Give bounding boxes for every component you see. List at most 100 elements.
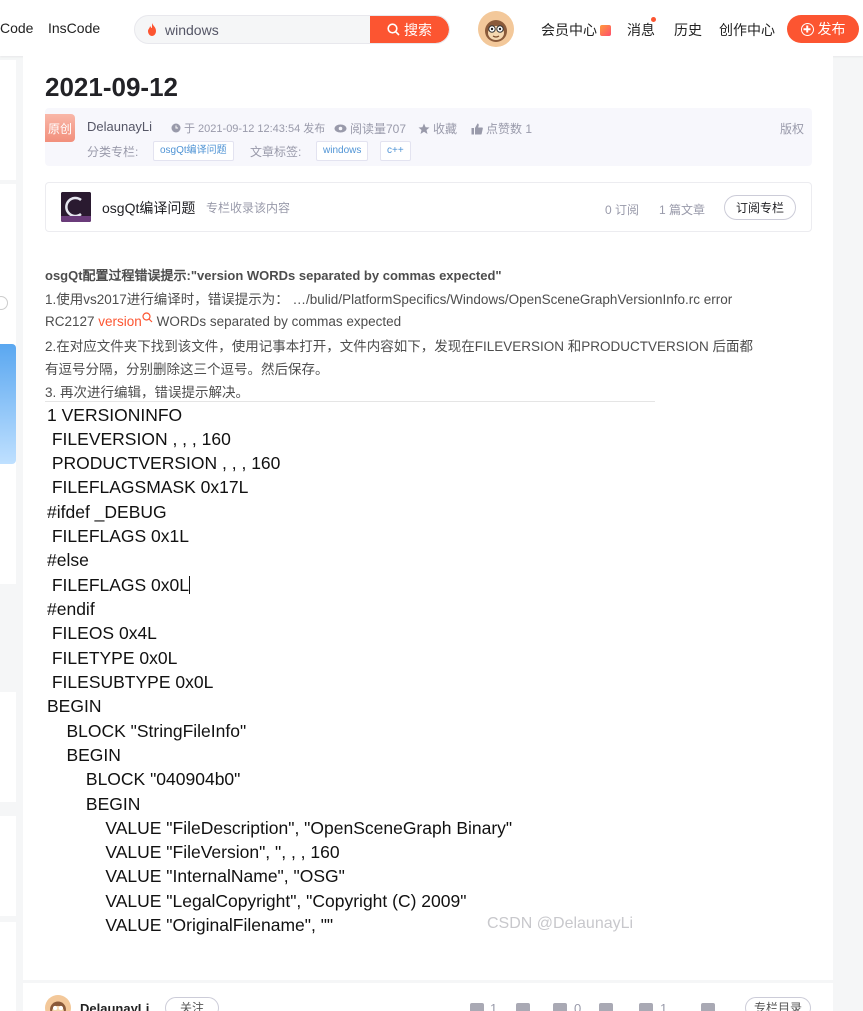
messages-link[interactable]: 消息 — [627, 20, 655, 40]
code-line: FILEOS 0x4L — [47, 623, 157, 643]
code-line: 1 VERSIONINFO — [47, 405, 183, 425]
eye-icon — [334, 124, 347, 133]
sidebar-card — [0, 816, 16, 916]
search-box: 搜索 — [134, 15, 450, 44]
code-line: PRODUCTVERSION , , , 160 — [47, 453, 281, 473]
code-line: BEGIN — [47, 745, 121, 765]
code-line: BEGIN — [47, 696, 102, 716]
code-line: FILEFLAGS 0x0L — [47, 575, 190, 595]
code-line: VALUE "FileVersion", ", , , 160 — [47, 842, 340, 862]
code-line-with-caret[interactable]: FILEFLAGS 0x0L — [47, 575, 191, 596]
search-input[interactable] — [135, 16, 371, 43]
c-logo-icon — [61, 192, 91, 222]
publish-time: 于 2021-09-12 12:43:54 发布 — [171, 120, 325, 136]
bottom-toolbar: DelaunayLi 关注 1 0 1 专栏目录 — [23, 983, 833, 1011]
content-line-1: 1.使用vs2017进行编译时，错误提示为： …/bulid/PlatformS… — [45, 292, 733, 307]
star-icon — [418, 123, 430, 134]
sidebar-card — [0, 692, 16, 802]
favorite-label: 收藏 — [433, 122, 458, 136]
code-line: #endif — [47, 599, 95, 619]
code-line: VALUE "FileDescription", "OpenSceneGraph… — [47, 818, 513, 838]
publish-time-text: 于 2021-09-12 12:43:54 发布 — [184, 123, 326, 135]
sidebar-card — [0, 60, 16, 180]
favorite-button[interactable]: 收藏 — [418, 120, 457, 137]
code-line: FILEFLAGSMASK 0x17L — [47, 477, 249, 497]
text-caret — [189, 576, 191, 594]
search-button[interactable]: 搜索 — [370, 16, 449, 43]
tag-cpp[interactable]: c++ — [380, 141, 411, 161]
monkey-avatar-icon — [45, 995, 71, 1011]
tag-windows[interactable]: windows — [316, 141, 369, 161]
bottom-comment-count: 1 — [660, 1001, 668, 1011]
line2-prefix: RC2127 — [45, 314, 99, 329]
thumb-up-icon — [471, 123, 483, 134]
article-title: 2021-09-12 — [45, 72, 178, 102]
code-line: #else — [47, 550, 89, 570]
publish-button[interactable]: 发布 — [787, 15, 859, 43]
vip-center-link[interactable]: 会员中心 — [541, 20, 611, 40]
divider — [45, 401, 655, 402]
column-description: 专栏收录该内容 — [206, 201, 291, 215]
view-count: 阅读量707 — [334, 120, 406, 137]
line2-suffix: WORDs separated by commas expected — [152, 314, 402, 329]
code-line: VALUE "InternalName", "OSG" — [47, 866, 345, 886]
code-line: FILETYPE 0x0L — [47, 648, 178, 668]
reward-icon[interactable] — [599, 1003, 613, 1011]
code-line: FILESUBTYPE 0x0L — [47, 672, 214, 692]
sidebar-circle-icon — [0, 296, 8, 310]
keyword-text: version — [98, 314, 142, 329]
code-line: BLOCK "StringFileInfo" — [47, 721, 247, 741]
creator-center-link[interactable]: 创作中心 — [719, 20, 775, 40]
user-avatar[interactable] — [478, 11, 514, 47]
clock-icon — [171, 123, 181, 133]
nav-link-code[interactable]: Code — [0, 20, 33, 36]
view-count-text: 阅读量707 — [350, 122, 407, 136]
csdn-watermark: CSDN @DelaunayLi — [487, 915, 634, 932]
nav-link-inscode[interactable]: InsCode — [48, 20, 100, 36]
column-label: 分类专栏: — [87, 145, 139, 159]
content-line-5: 3. 再次进行编辑，错误提示解决。 — [45, 385, 250, 400]
plus-circle-icon — [800, 22, 814, 36]
search-keyword-link[interactable]: version — [98, 312, 153, 329]
bottom-author-name[interactable]: DelaunayLi — [80, 1001, 149, 1011]
share-icon[interactable] — [701, 1003, 715, 1011]
column-name[interactable]: osgQt编译问题 — [102, 198, 195, 218]
content-heading: osgQt配置过程错误提示:"version WORDs separated b… — [45, 268, 502, 283]
column-tag[interactable]: osgQt编译问题 — [153, 141, 234, 161]
publish-label: 发布 — [817, 21, 846, 37]
sidebar-card — [0, 922, 16, 1011]
bottom-favorite-count: 0 — [574, 1001, 582, 1011]
history-link[interactable]: 历史 — [674, 20, 702, 40]
search-icon — [387, 23, 400, 36]
search-button-label: 搜索 — [404, 21, 432, 38]
author-link[interactable]: DelaunayLi — [87, 119, 152, 134]
left-sidebar — [0, 56, 16, 1011]
star-icon[interactable] — [553, 1003, 567, 1011]
dislike-icon[interactable] — [516, 1003, 530, 1011]
code-line: VALUE "OriginalFilename", "" — [47, 915, 334, 935]
thumb-up-icon[interactable] — [470, 1003, 484, 1011]
article-container: 2021-09-12 原创 DelaunayLi 于 2021-09-12 12… — [23, 56, 833, 980]
content-line-3: 2.在对应文件夹下找到该文件，使用记事本打开，文件内容如下，发现在FILEVER… — [45, 339, 754, 354]
code-line: FILEFLAGS 0x1L — [47, 526, 190, 546]
code-line: BLOCK "040904b0" — [47, 769, 241, 789]
column-thumbnail[interactable] — [61, 192, 91, 222]
article-count: 1 篇文章 — [659, 203, 706, 217]
subscribe-column-button[interactable]: 订阅专栏 — [724, 195, 796, 220]
code-line: VALUE "LegalCopyright", "Copyright (C) 2… — [47, 891, 467, 911]
like-count[interactable]: 点赞数 1 — [471, 120, 532, 137]
follow-button[interactable]: 关注 — [165, 997, 219, 1011]
like-count-text: 点赞数 1 — [486, 122, 533, 136]
comment-icon[interactable] — [639, 1003, 653, 1011]
column-card: osgQt编译问题 专栏收录该内容 0 订阅 1 篇文章 订阅专栏 — [45, 182, 812, 232]
column-toc-button[interactable]: 专栏目录 — [745, 997, 811, 1011]
code-line: #ifdef _DEBUG — [47, 502, 167, 522]
gift-icon — [600, 25, 611, 36]
monkey-avatar-icon — [478, 11, 514, 47]
code-line: BEGIN — [47, 794, 141, 814]
sidebar-banner[interactable] — [0, 344, 16, 464]
unread-dot — [651, 17, 656, 22]
copyright-link[interactable]: 版权 — [780, 120, 804, 137]
author-avatar[interactable] — [45, 995, 71, 1011]
content-line-4: 有逗号分隔，分别删除这三个逗号。然后保存。 — [45, 362, 329, 377]
